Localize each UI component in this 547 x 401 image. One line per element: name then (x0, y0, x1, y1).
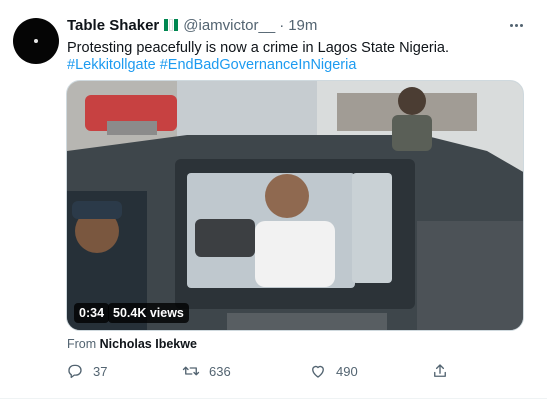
avatar-image (34, 39, 38, 43)
nigeria-flag-icon (164, 19, 179, 31)
video-views-badge: 50.4K views (108, 303, 189, 323)
display-name[interactable]: Table Shaker (67, 17, 159, 34)
hashtag-lekkitollgate[interactable]: #Lekkitollgate (67, 57, 156, 73)
share-icon (434, 364, 446, 377)
user-handle[interactable]: @iamvictor__ (183, 17, 275, 34)
like-count: 490 (336, 363, 358, 379)
retweet-icon (182, 366, 200, 376)
tweet[interactable]: Table Shaker @iamvictor__ · 19m Protesti… (0, 0, 547, 401)
hashtag-endbadgovernance[interactable]: #EndBadGovernanceInNigeria (160, 57, 357, 73)
like-icon (312, 365, 324, 378)
retweet-button[interactable]: 636 (182, 360, 231, 382)
more-options-icon[interactable] (505, 15, 527, 35)
separator: · (279, 16, 285, 34)
tweet-header: Table Shaker @iamvictor__ · 19m (67, 15, 317, 35)
video-player[interactable] (66, 80, 524, 331)
video-duration-badge: 0:34 (74, 303, 110, 323)
reply-count: 37 (93, 363, 108, 379)
attribution-name[interactable]: Nicholas Ibekwe (100, 337, 197, 351)
tweet-hashtags: #Lekkitollgate #EndBadGovernanceInNigeri… (67, 55, 356, 75)
avatar[interactable] (13, 18, 59, 64)
retweet-count: 636 (209, 363, 231, 379)
attribution-prefix: From (67, 337, 97, 351)
tweet-actions: 37 636 490 (0, 360, 547, 382)
share-button[interactable] (431, 360, 449, 382)
timestamp[interactable]: 19m (288, 17, 317, 34)
reply-button[interactable]: 37 (66, 360, 107, 382)
like-button[interactable]: 490 (309, 360, 358, 382)
video-frame (67, 81, 523, 330)
tweet-divider (0, 398, 547, 399)
reply-icon (68, 364, 82, 379)
video-attribution: From Nicholas Ibekwe (67, 337, 197, 351)
